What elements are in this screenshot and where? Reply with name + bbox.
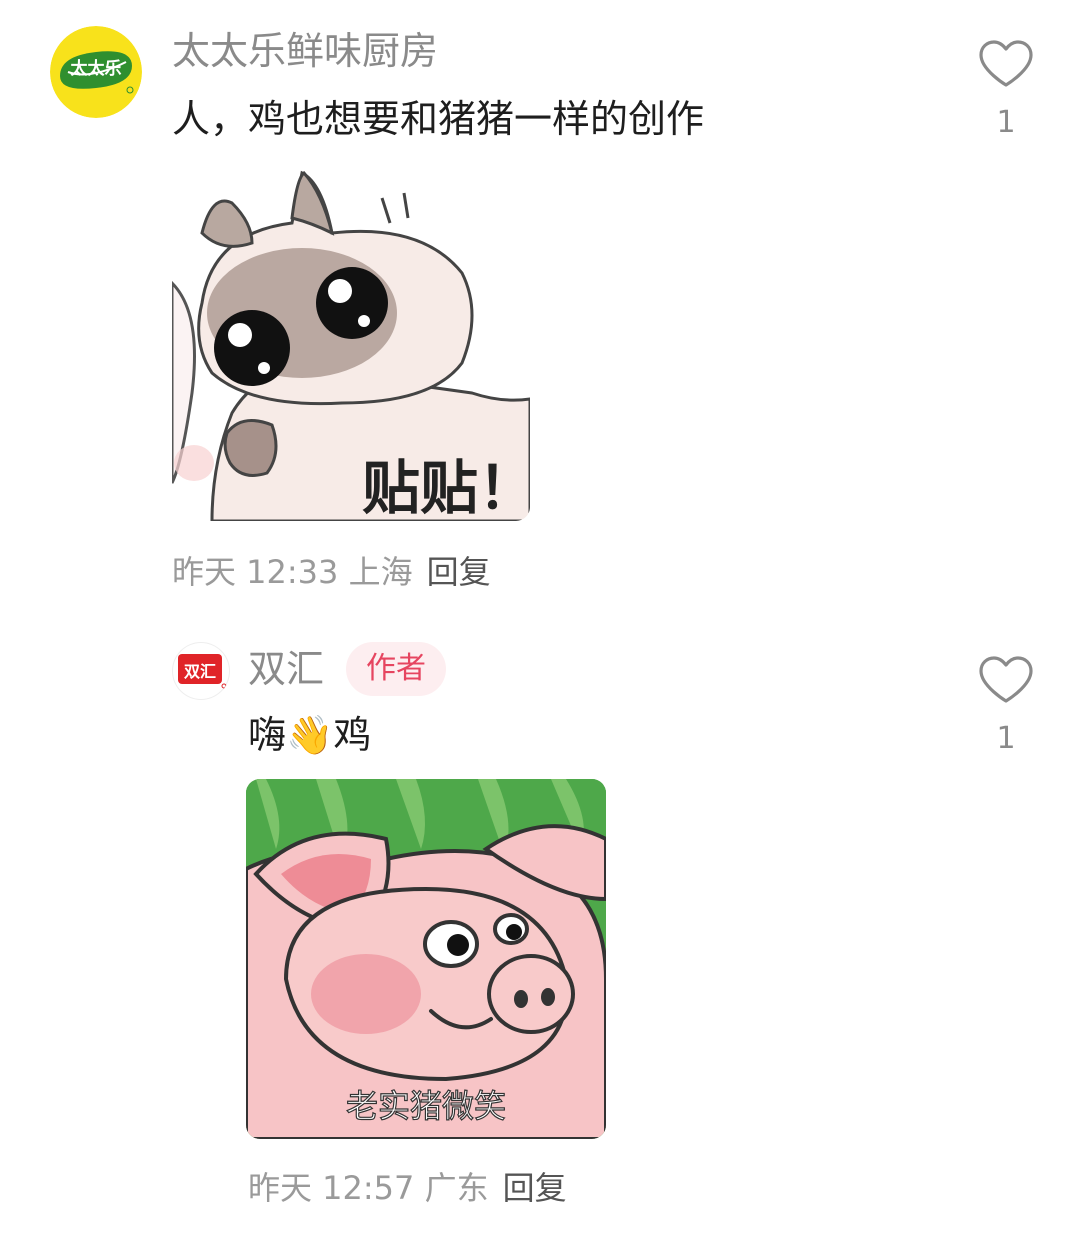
heart-icon bbox=[979, 40, 1033, 87]
brand-logo-icon: 双汇 bbox=[178, 654, 227, 689]
timestamp-location: 昨天 12:57 广东 bbox=[248, 1169, 489, 1207]
comment-text-part: 嗨 bbox=[248, 713, 287, 757]
avatar-label: 太太乐 bbox=[71, 58, 122, 79]
reply-button[interactable]: 回复 bbox=[503, 1169, 567, 1207]
sticker-image[interactable]: 老实猪微笑 bbox=[246, 779, 606, 1139]
sticker-caption: 老实猪微笑 bbox=[346, 1087, 506, 1125]
heart-icon bbox=[979, 656, 1033, 703]
comment-meta: 昨天 12:33 上海 回复 bbox=[172, 556, 491, 588]
avatar-label: 双汇 bbox=[184, 662, 216, 681]
like-count: 1 bbox=[996, 721, 1016, 756]
brand-logo-icon: 太太乐 bbox=[50, 26, 142, 118]
sticker-image[interactable]: 贴贴！ bbox=[172, 163, 530, 521]
reply-button[interactable]: 回复 bbox=[427, 553, 491, 591]
timestamp-location: 昨天 12:33 上海 bbox=[172, 553, 413, 591]
comment-text: 人，鸡也想要和猪猪一样的创作 bbox=[172, 97, 705, 141]
author-badge: 作者 bbox=[346, 642, 446, 696]
comment-text-part: 鸡 bbox=[333, 713, 372, 757]
pig-sticker-illustration: 老实猪微笑 bbox=[246, 779, 606, 1139]
like-button[interactable] bbox=[976, 38, 1036, 90]
cat-sticker-illustration: 贴贴！ bbox=[172, 170, 530, 521]
avatar[interactable]: 太太乐 bbox=[50, 26, 142, 118]
waving-hand-icon: 👋 bbox=[286, 713, 334, 757]
username[interactable]: 太太乐鲜味厨房 bbox=[172, 32, 438, 70]
like-button[interactable] bbox=[976, 654, 1036, 706]
like-count: 1 bbox=[996, 105, 1016, 140]
username[interactable]: 双汇 bbox=[248, 650, 324, 688]
comment-meta: 昨天 12:57 广东 回复 bbox=[248, 1172, 567, 1204]
sticker-caption: 贴贴！ bbox=[362, 454, 530, 521]
avatar[interactable]: 双汇 bbox=[172, 642, 230, 700]
comment-text: 嗨👋鸡 bbox=[248, 716, 371, 754]
